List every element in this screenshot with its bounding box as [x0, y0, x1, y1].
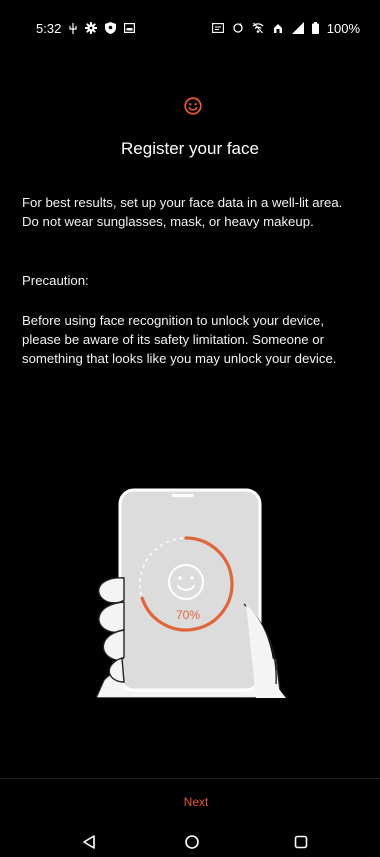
signal-icon [291, 22, 304, 34]
settings-gear-icon [85, 22, 98, 34]
precaution-text: Before using face recognition to unlock … [22, 313, 337, 366]
hand-fingers [98, 577, 125, 683]
footer-divider [0, 778, 380, 779]
smiley-face-icon [183, 96, 203, 116]
page-title: Register your face [121, 139, 259, 158]
home-icon[interactable] [183, 833, 201, 851]
sync-icon [232, 22, 244, 34]
screenshot-icon [124, 23, 136, 33]
progress-percentage: 70% [175, 608, 201, 622]
status-time: 5:32 [36, 20, 62, 36]
recents-icon[interactable] [292, 833, 310, 851]
status-bar-right: 100% [211, 20, 360, 36]
next-button[interactable]: Next [160, 788, 232, 816]
status-bar-left: 5:32 [36, 20, 136, 36]
back-icon[interactable] [80, 833, 98, 851]
usb-debug-icon [69, 22, 77, 34]
navigation-bar [0, 825, 380, 857]
sim-card-icon [211, 23, 224, 33]
shield-icon [105, 22, 117, 34]
face-scan-illustration [95, 488, 286, 698]
battery-icon [311, 22, 319, 34]
wifi-off-icon [252, 22, 264, 34]
status-bar: 5:32 100% [0, 0, 380, 56]
precaution-label: Precaution: [22, 273, 89, 288]
battery-percent: 100% [326, 20, 360, 36]
data-saver-icon [272, 22, 284, 34]
best-results-text: For best results, set up your face data … [22, 195, 343, 229]
